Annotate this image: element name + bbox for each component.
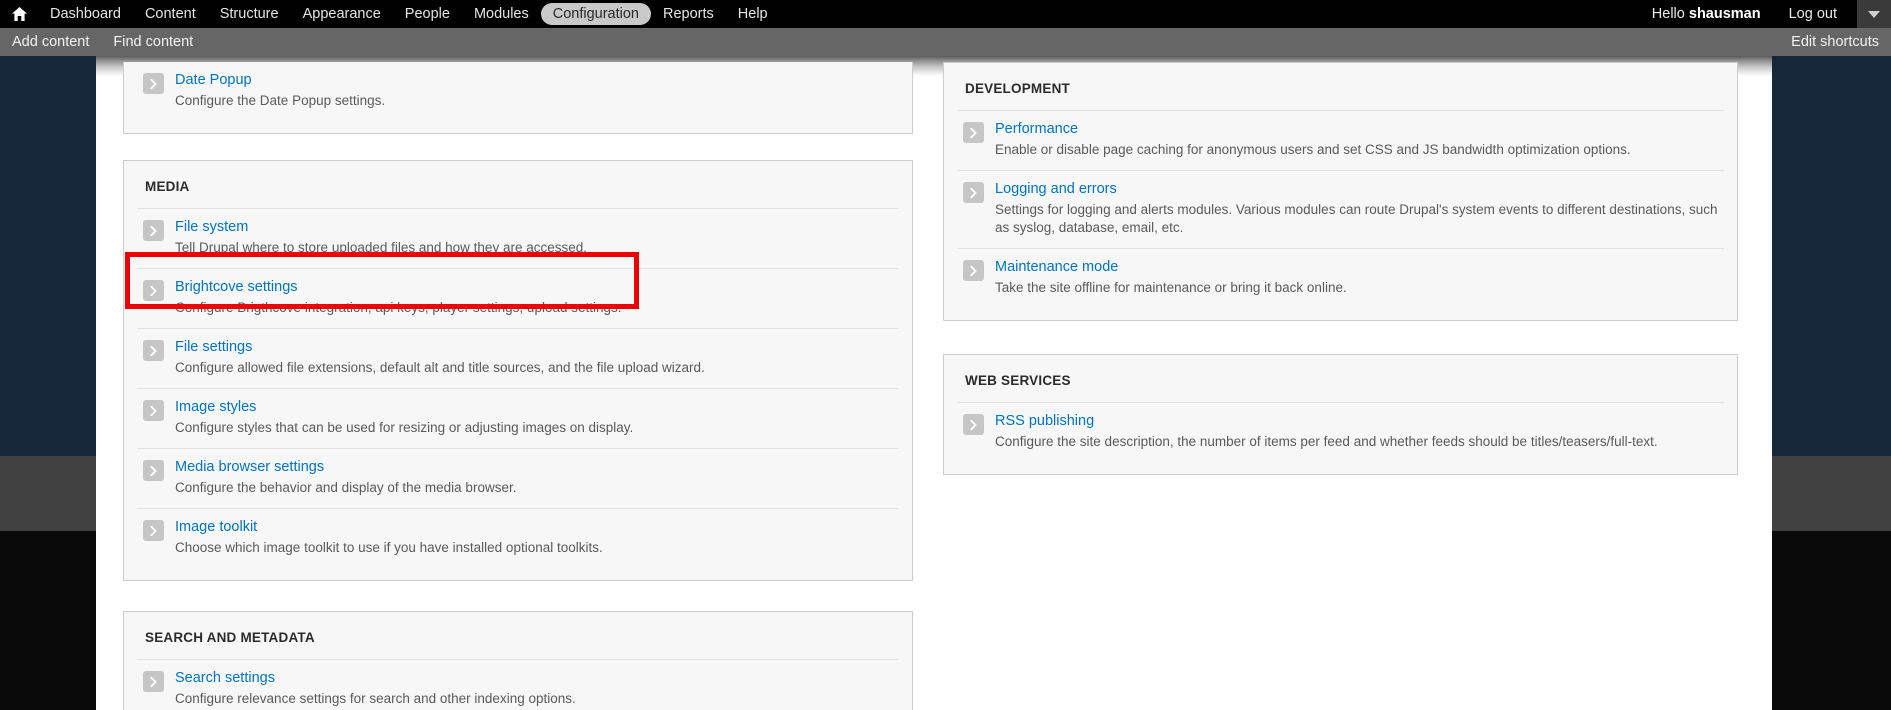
panel-date: Date Popup Configure the Date Popup sett… <box>123 62 913 134</box>
panel-spacer <box>957 308 1724 320</box>
chevron-right-icon <box>963 260 984 281</box>
page-background-right-upper <box>1772 56 1891 456</box>
shortcut-add-content[interactable]: Add content <box>0 34 101 50</box>
shortcut-bar: Add content Find content Edit shortcuts <box>0 28 1891 56</box>
list-item[interactable]: Image styles Configure styles that can b… <box>137 388 899 448</box>
home-icon[interactable] <box>0 0 38 28</box>
panel-search-and-metadata: SEARCH AND METADATA Search settings Conf… <box>123 611 913 710</box>
list-item[interactable]: Image toolkit Choose which image toolkit… <box>137 508 899 568</box>
configuration-page-content: Date Popup Configure the Date Popup sett… <box>96 62 1772 710</box>
shortcut-find-content[interactable]: Find content <box>101 34 205 50</box>
chevron-right-icon <box>143 220 164 241</box>
list-item[interactable]: Maintenance mode Take the site offline f… <box>957 248 1724 308</box>
link-image-styles[interactable]: Image styles <box>175 399 893 416</box>
panel-title-search-and-metadata: SEARCH AND METADATA <box>145 630 315 645</box>
description-file-system: Tell Drupal where to store uploaded file… <box>175 240 587 255</box>
screen: Dashboard Content Structure Appearance P… <box>0 0 1891 710</box>
description-performance: Enable or disable page caching for anony… <box>995 142 1631 157</box>
panel-title-web-services: WEB SERVICES <box>965 373 1071 388</box>
toolbar-item-reports[interactable]: Reports <box>651 3 726 25</box>
list-item[interactable]: Date Popup Configure the Date Popup sett… <box>137 62 899 121</box>
description-brightcove-settings: Configure Brigthcove integration, api ke… <box>175 300 622 315</box>
panel-media: MEDIA File system Tell Drupal where to s… <box>123 160 913 581</box>
username: shausman <box>1688 6 1761 22</box>
description-rss-publishing: Configure the site description, the numb… <box>995 434 1658 449</box>
panel-title-development: DEVELOPMENT <box>965 81 1070 96</box>
link-file-settings[interactable]: File settings <box>175 339 893 356</box>
chevron-right-icon <box>963 414 984 435</box>
toolbar-item-dashboard[interactable]: Dashboard <box>38 3 133 25</box>
list-item[interactable]: Logging and errors Settings for logging … <box>957 170 1724 248</box>
toolbar-item-people[interactable]: People <box>393 3 462 25</box>
panel-spacer <box>137 568 899 580</box>
link-brightcove-settings[interactable]: Brightcove settings <box>175 279 893 296</box>
toolbar-item-structure[interactable]: Structure <box>208 3 291 25</box>
list-item[interactable]: File system Tell Drupal where to store u… <box>137 208 899 268</box>
right-column: DEVELOPMENT Performance Enable or disabl… <box>943 62 1738 505</box>
description-maintenance-mode: Take the site offline for maintenance or… <box>995 280 1347 295</box>
list-item[interactable]: File settings Configure allowed file ext… <box>137 328 899 388</box>
toolbar-item-configuration[interactable]: Configuration <box>540 3 651 25</box>
logout-link[interactable]: Log out <box>1775 6 1851 22</box>
chevron-right-icon <box>143 280 164 301</box>
description-logging-and-errors: Settings for logging and alerts modules.… <box>995 202 1718 235</box>
link-maintenance-mode[interactable]: Maintenance mode <box>995 259 1718 276</box>
link-rss-publishing[interactable]: RSS publishing <box>995 413 1718 430</box>
chevron-right-icon <box>963 182 984 203</box>
page-background-right-lower <box>1772 531 1891 710</box>
description-file-settings: Configure allowed file extensions, defau… <box>175 360 705 375</box>
list-item[interactable]: RSS publishing Configure the site descri… <box>957 402 1724 462</box>
link-date-popup[interactable]: Date Popup <box>175 72 893 89</box>
link-search-settings[interactable]: Search settings <box>175 670 893 687</box>
description-image-styles: Configure styles that can be used for re… <box>175 420 634 435</box>
page-background-left-middle <box>0 456 96 531</box>
page-background-right-middle <box>1772 456 1891 531</box>
panel-development: DEVELOPMENT Performance Enable or disabl… <box>943 62 1738 321</box>
greeting-prefix: Hello <box>1651 6 1689 22</box>
chevron-right-icon <box>143 671 164 692</box>
user-greeting: Hello shausman <box>1638 6 1775 22</box>
description-image-toolkit: Choose which image toolkit to use if you… <box>175 540 603 555</box>
link-media-browser-settings[interactable]: Media browser settings <box>175 459 893 476</box>
chevron-right-icon <box>143 400 164 421</box>
list-item[interactable]: Performance Enable or disable page cachi… <box>957 110 1724 170</box>
panel-spacer <box>957 462 1724 474</box>
chevron-right-icon <box>143 460 164 481</box>
page-background-left-upper <box>0 56 96 456</box>
toolbar-item-modules[interactable]: Modules <box>462 3 541 25</box>
list-item[interactable]: Media browser settings Configure the beh… <box>137 448 899 508</box>
admin-toolbar: Dashboard Content Structure Appearance P… <box>0 0 1891 28</box>
toolbar-item-help[interactable]: Help <box>726 3 780 25</box>
page-background-left-lower <box>0 531 96 710</box>
list-item-brightcove-settings[interactable]: Brightcove settings Configure Brigthcove… <box>137 268 899 328</box>
chevron-right-icon <box>143 520 164 541</box>
chevron-right-icon <box>143 340 164 361</box>
chevron-right-icon <box>143 73 164 94</box>
panel-title-media: MEDIA <box>145 179 190 194</box>
description-date-popup: Configure the Date Popup settings. <box>175 93 386 108</box>
link-logging-and-errors[interactable]: Logging and errors <box>995 181 1718 198</box>
chevron-down-icon <box>1868 10 1880 18</box>
chevron-right-icon <box>963 122 984 143</box>
toolbar-item-content[interactable]: Content <box>133 3 208 25</box>
toolbar-drawer-toggle[interactable] <box>1857 0 1891 28</box>
link-image-toolkit[interactable]: Image toolkit <box>175 519 893 536</box>
list-item[interactable]: Search settings Configure relevance sett… <box>137 659 899 710</box>
link-performance[interactable]: Performance <box>995 121 1718 138</box>
panel-web-services: WEB SERVICES RSS publishing Configure th… <box>943 354 1738 475</box>
edit-shortcuts-link[interactable]: Edit shortcuts <box>1791 28 1879 56</box>
left-column: Date Popup Configure the Date Popup sett… <box>123 62 913 710</box>
link-file-system[interactable]: File system <box>175 219 893 236</box>
toolbar-menu: Dashboard Content Structure Appearance P… <box>38 0 780 28</box>
panel-spacer <box>137 121 899 133</box>
toolbar-item-appearance[interactable]: Appearance <box>291 3 393 25</box>
description-media-browser-settings: Configure the behavior and display of th… <box>175 480 517 495</box>
toolbar-user-area: Hello shausman Log out <box>1638 0 1891 28</box>
description-search-settings: Configure relevance settings for search … <box>175 691 576 706</box>
